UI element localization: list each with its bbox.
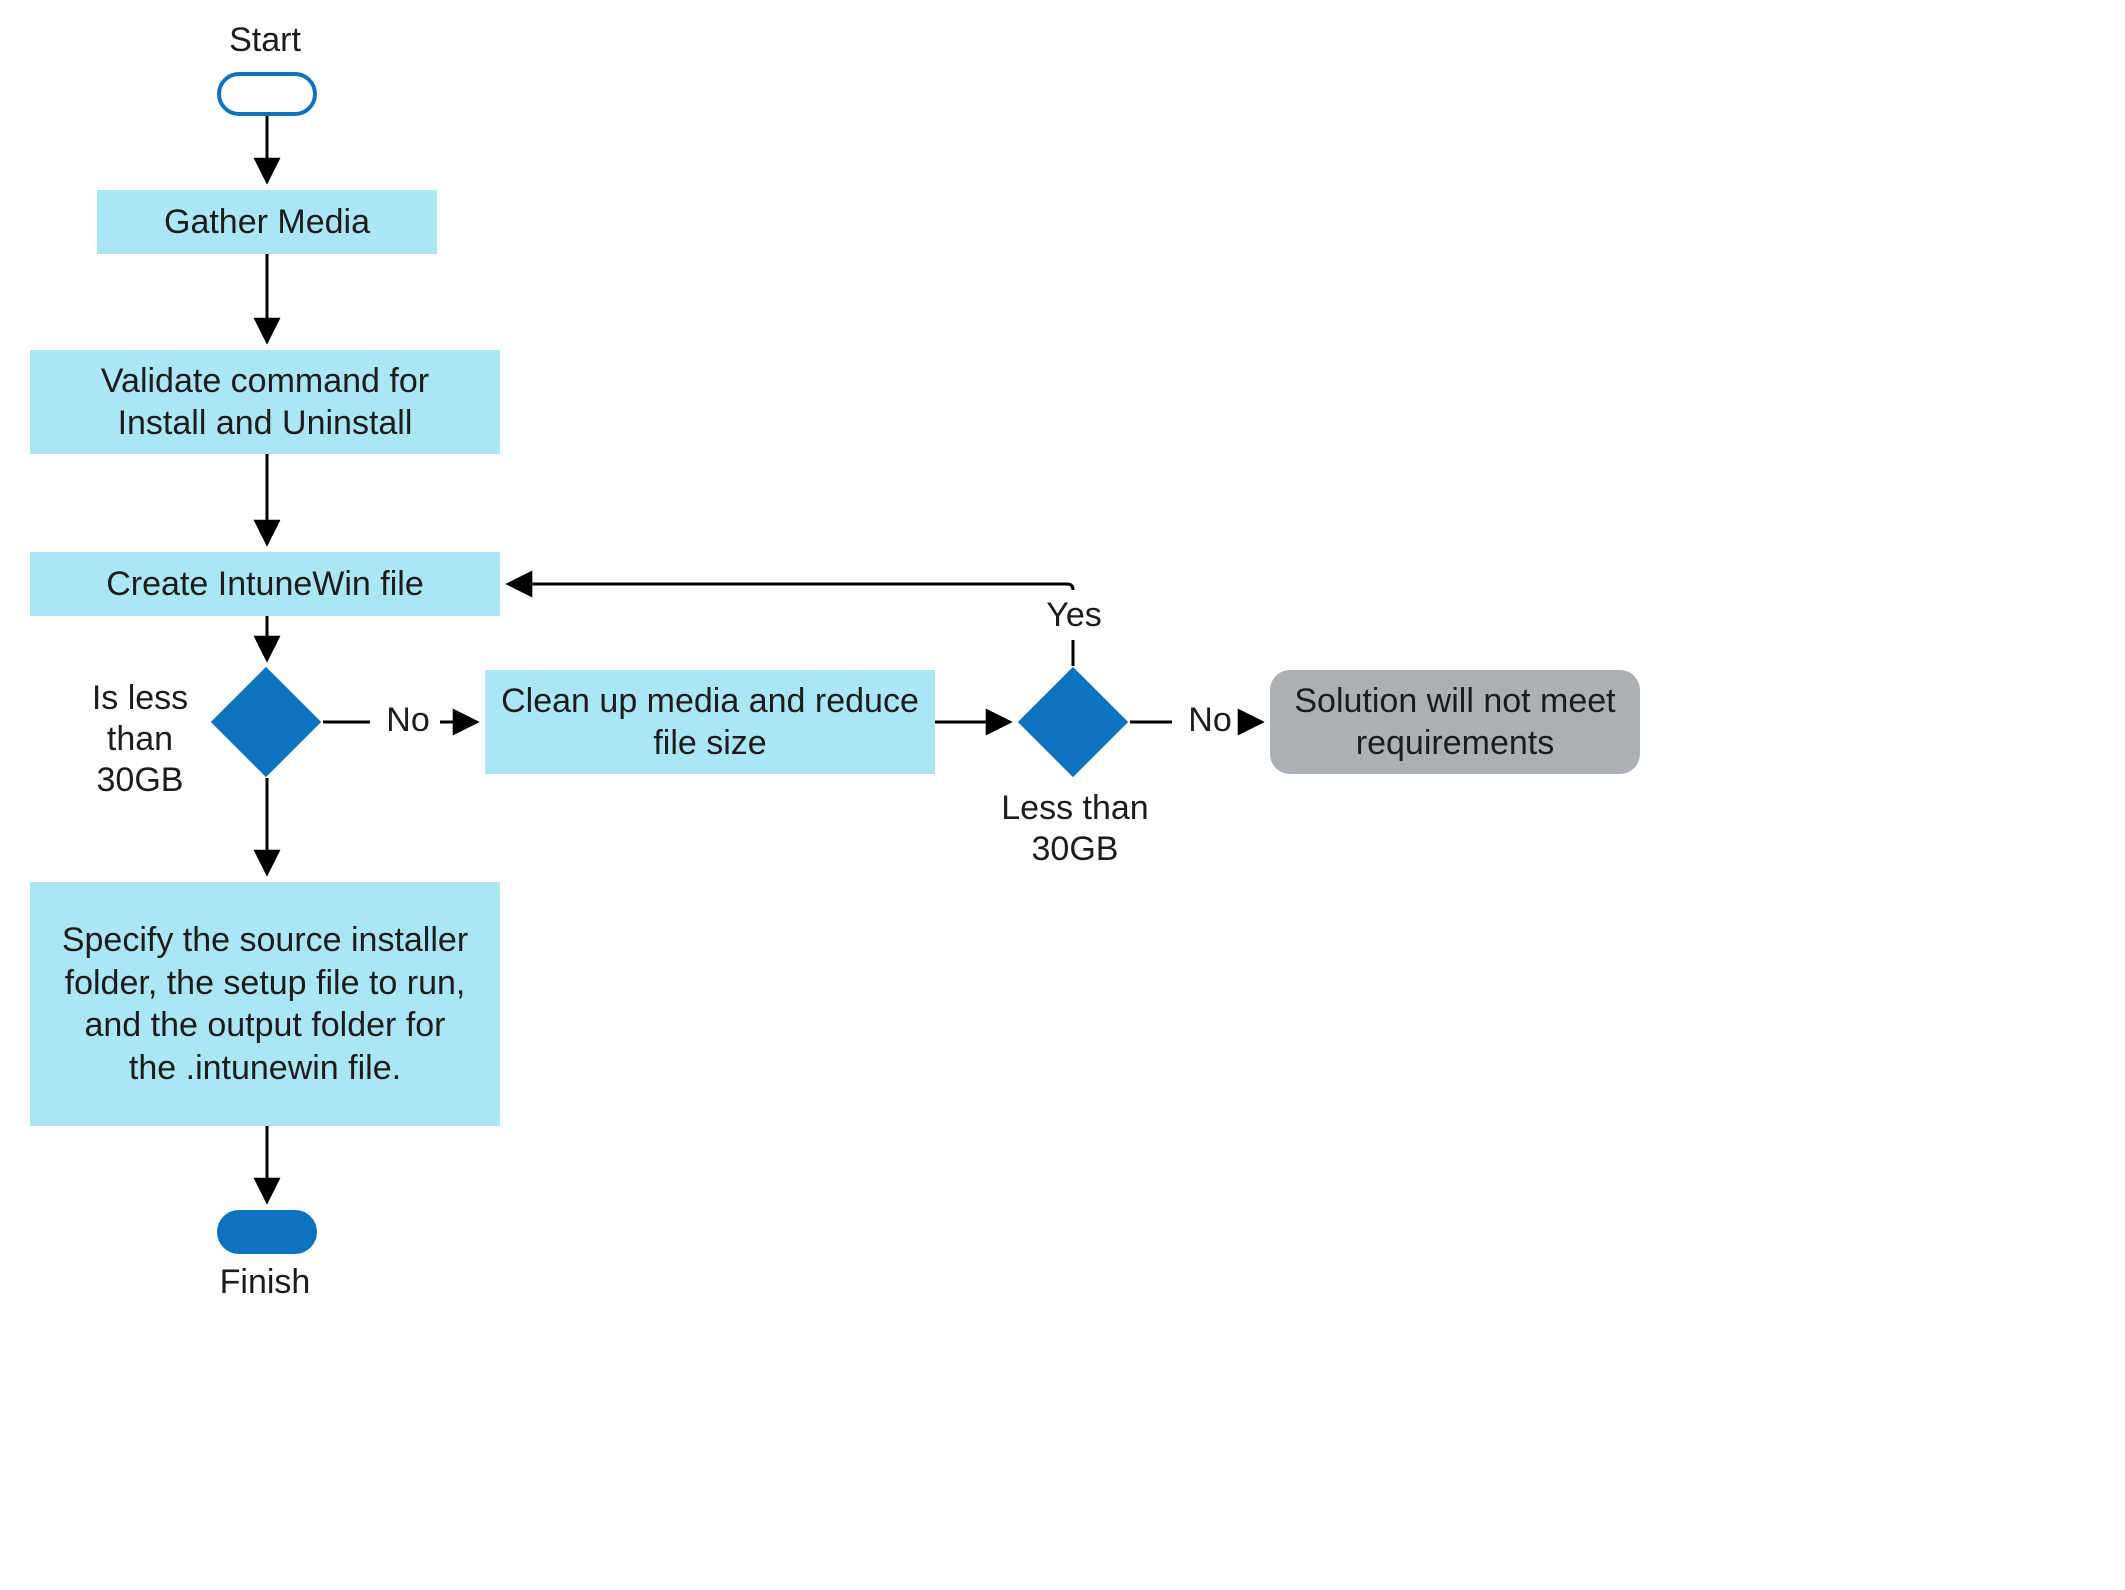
flowchart-canvas: Start Gather Media Validate command for …	[0, 0, 2125, 1590]
arrow-d2-yes-to-create	[508, 584, 1073, 590]
arrows-layer	[0, 0, 2125, 1590]
